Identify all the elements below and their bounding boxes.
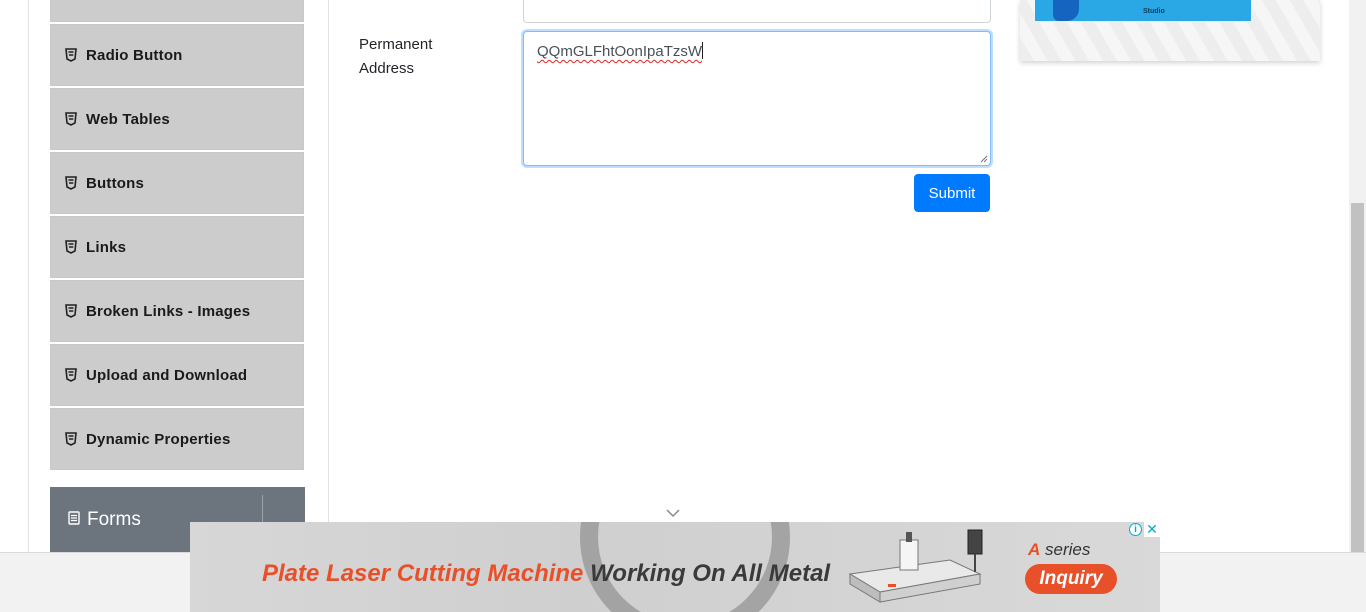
ad-series-text: A series bbox=[1028, 540, 1090, 560]
html5-icon bbox=[65, 432, 77, 446]
submit-button[interactable]: Submit bbox=[914, 174, 990, 212]
html5-icon bbox=[65, 112, 77, 126]
content-divider bbox=[328, 0, 329, 552]
sidebar-item-broken-links[interactable]: Broken Links - Images bbox=[50, 280, 304, 342]
sidebar-item-radio-button[interactable]: Radio Button bbox=[50, 24, 304, 86]
ad-studio-text: Studio bbox=[1143, 8, 1165, 15]
scrollbar-thumb[interactable] bbox=[1351, 203, 1364, 552]
html5-icon bbox=[65, 176, 77, 190]
permanent-address-textarea[interactable]: QQmGLFhtOonIpaTzsW bbox=[523, 31, 991, 166]
close-icon[interactable]: ✕ bbox=[1144, 521, 1160, 537]
html5-icon bbox=[65, 48, 77, 62]
sidebar-item-label: Dynamic Properties bbox=[86, 430, 231, 448]
text-caret bbox=[702, 42, 704, 59]
sidebar-item-dynamic-properties[interactable]: Dynamic Properties bbox=[50, 408, 304, 470]
document-icon bbox=[68, 510, 80, 530]
ad-headline-highlight: Plate Laser Cutting Machine bbox=[262, 560, 584, 587]
sidebar-item-hidden[interactable] bbox=[50, 0, 304, 22]
permanent-address-label: Permanent Address bbox=[359, 36, 433, 77]
sidebar-item-web-tables[interactable]: Web Tables bbox=[50, 88, 304, 150]
sidebar-group-label: Forms bbox=[87, 509, 141, 530]
bottom-banner-ad[interactable]: Plate Laser Cutting Machine Working On A… bbox=[190, 522, 1160, 612]
sidebar-item-label: Web Tables bbox=[86, 110, 170, 128]
info-icon[interactable]: i bbox=[1129, 523, 1142, 536]
sidebar-item-label: Links bbox=[86, 238, 127, 256]
ad-series-letter: A bbox=[1028, 540, 1041, 559]
html5-icon bbox=[65, 304, 77, 318]
ad-headline: Plate Laser Cutting Machine Working On A… bbox=[262, 560, 830, 588]
sidebar-item-label: Buttons bbox=[86, 174, 145, 192]
resize-grip-icon[interactable] bbox=[979, 154, 988, 163]
sidebar-item-label: Broken Links - Images bbox=[86, 302, 251, 320]
ad-headline-rest: Working On All Metal bbox=[583, 560, 831, 587]
sidebar-item-links[interactable]: Links bbox=[50, 216, 304, 278]
chevron-down-icon bbox=[666, 509, 680, 518]
side-ad[interactable]: Studio bbox=[1020, 0, 1320, 61]
left-divider bbox=[28, 0, 29, 552]
ad-series-word: series bbox=[1040, 540, 1091, 559]
permanent-address-value: QQmGLFhtOonIpaTzsW bbox=[537, 43, 703, 60]
sidebar-item-label: Upload and Download bbox=[86, 366, 248, 384]
ad-banner-image: Studio bbox=[1035, 0, 1251, 21]
ad-graphic bbox=[1053, 0, 1079, 21]
sidebar-item-label: Radio Button bbox=[86, 46, 183, 64]
html5-icon bbox=[65, 368, 77, 382]
sidebar-item-buttons[interactable]: Buttons bbox=[50, 152, 304, 214]
laser-machine-image bbox=[848, 529, 983, 603]
page: Radio Button Web Tables Buttons Links Br… bbox=[0, 0, 1366, 612]
html5-icon bbox=[65, 240, 77, 254]
ad-inquiry-button[interactable]: Inquiry bbox=[1025, 564, 1117, 594]
current-address-textarea[interactable] bbox=[523, 0, 991, 23]
sidebar-item-upload-download[interactable]: Upload and Download bbox=[50, 344, 304, 406]
